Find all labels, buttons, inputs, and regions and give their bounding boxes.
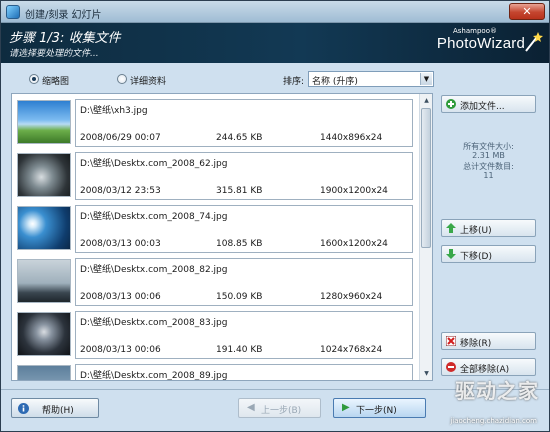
help-icon	[18, 403, 29, 414]
file-size: 108.85 KB	[216, 239, 263, 249]
file-dimensions: 1440x896x24	[320, 133, 383, 143]
magic-wand-icon	[525, 32, 543, 52]
thumbnails-radio[interactable]	[29, 74, 39, 84]
brand-small: Ashampoo®	[453, 27, 497, 35]
list-item[interactable]: D:\壁纸\Desktx.com_2008_74.jpg 2008/03/13 …	[17, 205, 413, 255]
file-size: 315.81 KB	[216, 186, 263, 196]
file-path: D:\壁纸\Desktx.com_2008_82.jpg	[80, 265, 228, 275]
file-card: D:\壁纸\Desktx.com_2008_82.jpg 2008/03/13 …	[75, 258, 413, 306]
file-size: 244.65 KB	[216, 133, 263, 143]
scrollbar-thumb[interactable]	[421, 108, 431, 248]
file-dimensions: 1280x960x24	[320, 292, 383, 302]
close-button[interactable]: ✕	[509, 3, 545, 20]
file-dimensions: 1600x1200x24	[320, 239, 388, 249]
watermark-url: jiaocheng.chazidian.com	[450, 417, 537, 425]
app-icon	[6, 5, 20, 19]
move-down-button[interactable]: 下移(D)	[441, 245, 536, 263]
file-size: 150.09 KB	[216, 292, 263, 302]
total-count-value: 11	[483, 171, 494, 180]
file-date: 2008/06/29 00:07	[80, 133, 161, 143]
back-label: 上一步(B)	[261, 406, 302, 416]
thumbnail-image	[17, 365, 71, 380]
brand-name: PhotoWizard	[436, 35, 525, 52]
thumbnail-image	[17, 312, 71, 356]
thumbnail-image	[17, 100, 71, 144]
remove-button[interactable]: 移除(R)	[441, 332, 536, 350]
list-item[interactable]: D:\壁纸\Desktx.com_2008_89.jpg	[17, 364, 413, 381]
thumbnail-image	[17, 206, 71, 250]
file-card: D:\壁纸\Desktx.com_2008_74.jpg 2008/03/13 …	[75, 205, 413, 253]
remove-label: 移除(R)	[460, 339, 492, 349]
details-label[interactable]: 详细资料	[130, 74, 166, 87]
file-date: 2008/03/13 00:06	[80, 292, 161, 302]
file-dimensions: 1900x1200x24	[320, 186, 388, 196]
sort-value: 名称 (升序)	[312, 77, 358, 87]
sort-label: 排序:	[283, 77, 305, 87]
file-path: D:\壁纸\xh3.jpg	[80, 106, 148, 116]
move-down-label: 下移(D)	[460, 252, 492, 262]
step-title: 步骤 1/3: 收集文件	[9, 31, 121, 46]
help-button[interactable]: 帮助(H)	[11, 398, 99, 418]
dialog-window: 创建/刻录 幻灯片 ✕ 步骤 1/3: 收集文件 请选择要处理的文件... As…	[0, 0, 550, 432]
add-icon	[446, 99, 456, 109]
list-item[interactable]: D:\壁纸\Desktx.com_2008_82.jpg 2008/03/13 …	[17, 258, 413, 308]
file-dimensions: 1024x768x24	[320, 345, 383, 355]
vertical-scrollbar[interactable]: ▲ ▼	[419, 94, 432, 380]
sort-dropdown[interactable]: 名称 (升序) ▼	[308, 71, 434, 87]
chevron-down-icon[interactable]: ▼	[420, 73, 432, 85]
step-subtitle: 请选择要处理的文件...	[9, 49, 99, 59]
list-item[interactable]: D:\壁纸\Desktx.com_2008_62.jpg 2008/03/12 …	[17, 152, 413, 202]
brand-logo: Ashampoo® PhotoWizard	[437, 27, 525, 52]
file-path: D:\壁纸\Desktx.com_2008_83.jpg	[80, 318, 228, 328]
arrow-down-icon	[446, 249, 456, 259]
site-watermark: 驱动之家 jiaocheng.chazidian.com	[383, 373, 543, 425]
watermark-title: 驱动之家	[455, 379, 539, 403]
details-radio[interactable]	[117, 74, 127, 84]
total-size-value: 2.31 MB	[472, 151, 505, 160]
arrow-up-icon	[446, 223, 456, 233]
file-card: D:\壁纸\xh3.jpg 2008/06/29 00:07 244.65 KB…	[75, 99, 413, 147]
back-button[interactable]: ◀ 上一步(B)	[238, 398, 321, 418]
file-date: 2008/03/13 00:03	[80, 239, 161, 249]
wizard-header: 步骤 1/3: 收集文件 请选择要处理的文件... Ashampoo® Phot…	[1, 23, 549, 63]
move-up-label: 上移(U)	[460, 226, 492, 236]
title-bar[interactable]: 创建/刻录 幻灯片 ✕	[1, 1, 549, 23]
move-up-button[interactable]: 上移(U)	[441, 219, 536, 237]
file-size: 191.40 KB	[216, 345, 263, 355]
add-files-button[interactable]: 添加文件...	[441, 95, 536, 113]
file-path: D:\壁纸\Desktx.com_2008_74.jpg	[80, 212, 228, 222]
file-list[interactable]: D:\壁纸\xh3.jpg 2008/06/29 00:07 244.65 KB…	[11, 93, 433, 381]
window-title: 创建/刻录 幻灯片	[25, 10, 102, 21]
arrow-left-icon: ◀	[247, 402, 255, 413]
list-item[interactable]: D:\壁纸\Desktx.com_2008_83.jpg 2008/03/13 …	[17, 311, 413, 361]
add-files-label: 添加文件...	[460, 102, 505, 112]
thumbnails-label[interactable]: 缩略图	[42, 74, 69, 87]
thumbnail-image	[17, 153, 71, 197]
remove-all-icon	[446, 362, 456, 372]
file-card: D:\壁纸\Desktx.com_2008_83.jpg 2008/03/13 …	[75, 311, 413, 359]
file-path: D:\壁纸\Desktx.com_2008_62.jpg	[80, 159, 228, 169]
file-card: D:\壁纸\Desktx.com_2008_62.jpg 2008/03/12 …	[75, 152, 413, 200]
view-options-bar: 缩略图 详细资料 排序: 名称 (升序) ▼	[11, 71, 435, 89]
scroll-up-icon[interactable]: ▲	[421, 95, 432, 106]
file-card: D:\壁纸\Desktx.com_2008_89.jpg	[75, 364, 413, 381]
file-date: 2008/03/13 00:06	[80, 345, 161, 355]
remove-icon	[446, 336, 456, 346]
file-date: 2008/03/12 23:53	[80, 186, 161, 196]
list-item[interactable]: D:\壁纸\xh3.jpg 2008/06/29 00:07 244.65 KB…	[17, 99, 413, 149]
thumbnail-image	[17, 259, 71, 303]
arrow-right-icon: ▶	[342, 402, 350, 413]
file-path: D:\壁纸\Desktx.com_2008_89.jpg	[80, 371, 228, 381]
help-label: 帮助(H)	[42, 406, 74, 416]
